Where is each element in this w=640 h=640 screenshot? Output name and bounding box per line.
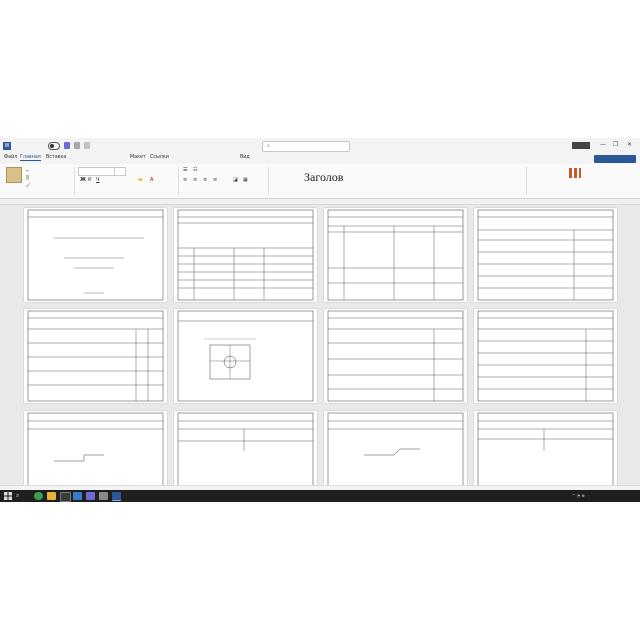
ruler [0,199,640,205]
font-size-select[interactable] [114,167,126,176]
page-lines [177,412,314,485]
search-box[interactable]: ⌕ [262,141,350,152]
italic-button[interactable]: К [88,177,92,183]
justify-icon[interactable]: ≡ [213,177,217,183]
taskbar: ⌕ ⌃ ◔ ⊕ [0,490,640,502]
share-button[interactable] [594,155,636,163]
terminal-icon[interactable] [60,492,71,502]
undo-icon[interactable] [74,142,80,149]
page-thumbnail[interactable] [324,309,467,403]
font-color-icon[interactable]: A [150,177,153,183]
page-drawing [327,412,464,485]
page-lines [477,209,614,301]
page-drawing [27,412,164,485]
page-lines [27,209,164,301]
page-thumbnail[interactable] [324,411,467,485]
document-area[interactable] [0,199,640,485]
photos-icon[interactable] [73,492,82,500]
autosave-toggle[interactable] [48,142,60,150]
close-button[interactable]: ✕ [627,141,632,148]
settings-icon[interactable] [99,492,108,500]
style-heading[interactable]: Заголов [304,170,343,186]
align-left-icon[interactable]: ≡ [183,177,187,183]
search-icon: ⌕ [267,143,270,149]
word-app-icon: W [3,142,11,150]
screen: W ⌕ — ❐ ✕ Файл Главная Вставка Макет Ссы… [0,138,640,502]
page-thumbnail[interactable] [24,208,167,302]
word-icon[interactable] [112,492,121,501]
page-thumbnail[interactable] [174,411,317,485]
save-icon[interactable] [64,142,70,149]
page-drawing [177,310,314,402]
align-center-icon[interactable]: ≡ [193,177,197,183]
page-thumbnail[interactable] [474,411,617,485]
tray-icons[interactable]: ⌃ ◔ ⊕ [572,493,585,498]
page-lines [27,310,164,402]
files-icon[interactable] [47,492,56,500]
maximize-button[interactable]: ❐ [613,141,618,148]
align-right-icon[interactable]: ≡ [203,177,207,183]
page-lines [477,412,614,485]
bold-button[interactable]: Ж [80,177,86,183]
bullets-icon[interactable]: ☰ [183,167,187,173]
underline-button[interactable]: Ч [96,177,99,183]
tab-home[interactable]: Главная [20,155,41,161]
windows-start-icon[interactable] [4,492,12,500]
shading-icon[interactable]: ◪ [233,177,238,183]
font-name-select[interactable] [78,167,115,176]
redo-icon[interactable] [84,142,90,149]
chrome-icon[interactable] [34,492,43,500]
page-thumbnail[interactable] [174,309,317,403]
tab-view[interactable]: Вид [240,155,250,160]
user-badge[interactable] [572,142,590,149]
highlight-icon[interactable]: ▬ [138,177,143,183]
paste-icon[interactable] [6,167,22,183]
page-thumbnail[interactable] [324,208,467,302]
page-lines [327,310,464,402]
borders-icon[interactable]: ▦ [243,177,248,183]
ribbon: ✂ ⎘ 🖌 Ж К Ч ▬ A ☰ ☷ ≡ ≡ ≡ ≡ ◪ ▦ Заголов [0,164,640,199]
copy-button[interactable]: ⎘ [26,175,29,180]
tab-layout[interactable]: Макет [130,155,146,160]
page-thumbnail[interactable] [474,208,617,302]
save-icon[interactable] [86,492,95,500]
page-thumbnail[interactable] [174,208,317,302]
cut-button[interactable]: ✂ [26,168,29,173]
page-thumbnail[interactable] [24,411,167,485]
page-lines [327,209,464,301]
tab-insert[interactable]: Вставка [46,155,66,160]
minimize-button[interactable]: — [600,141,606,148]
page-lines [477,310,614,402]
tab-references[interactable]: Ссылки [150,155,169,160]
format-painter-button[interactable]: 🖌 [26,182,31,187]
page-lines [177,209,314,301]
page-thumbnail[interactable] [474,309,617,403]
tab-file[interactable]: Файл [4,155,17,160]
page-thumbnail[interactable] [24,309,167,403]
title-bar: W ⌕ — ❐ ✕ [0,138,640,154]
taskbar-search-icon[interactable]: ⌕ [16,492,19,500]
numbering-icon[interactable]: ☷ [193,167,197,173]
ribbon-tabs: Файл Главная Вставка Макет Ссылки Вид [0,154,640,164]
dictation-icon[interactable] [568,167,582,179]
